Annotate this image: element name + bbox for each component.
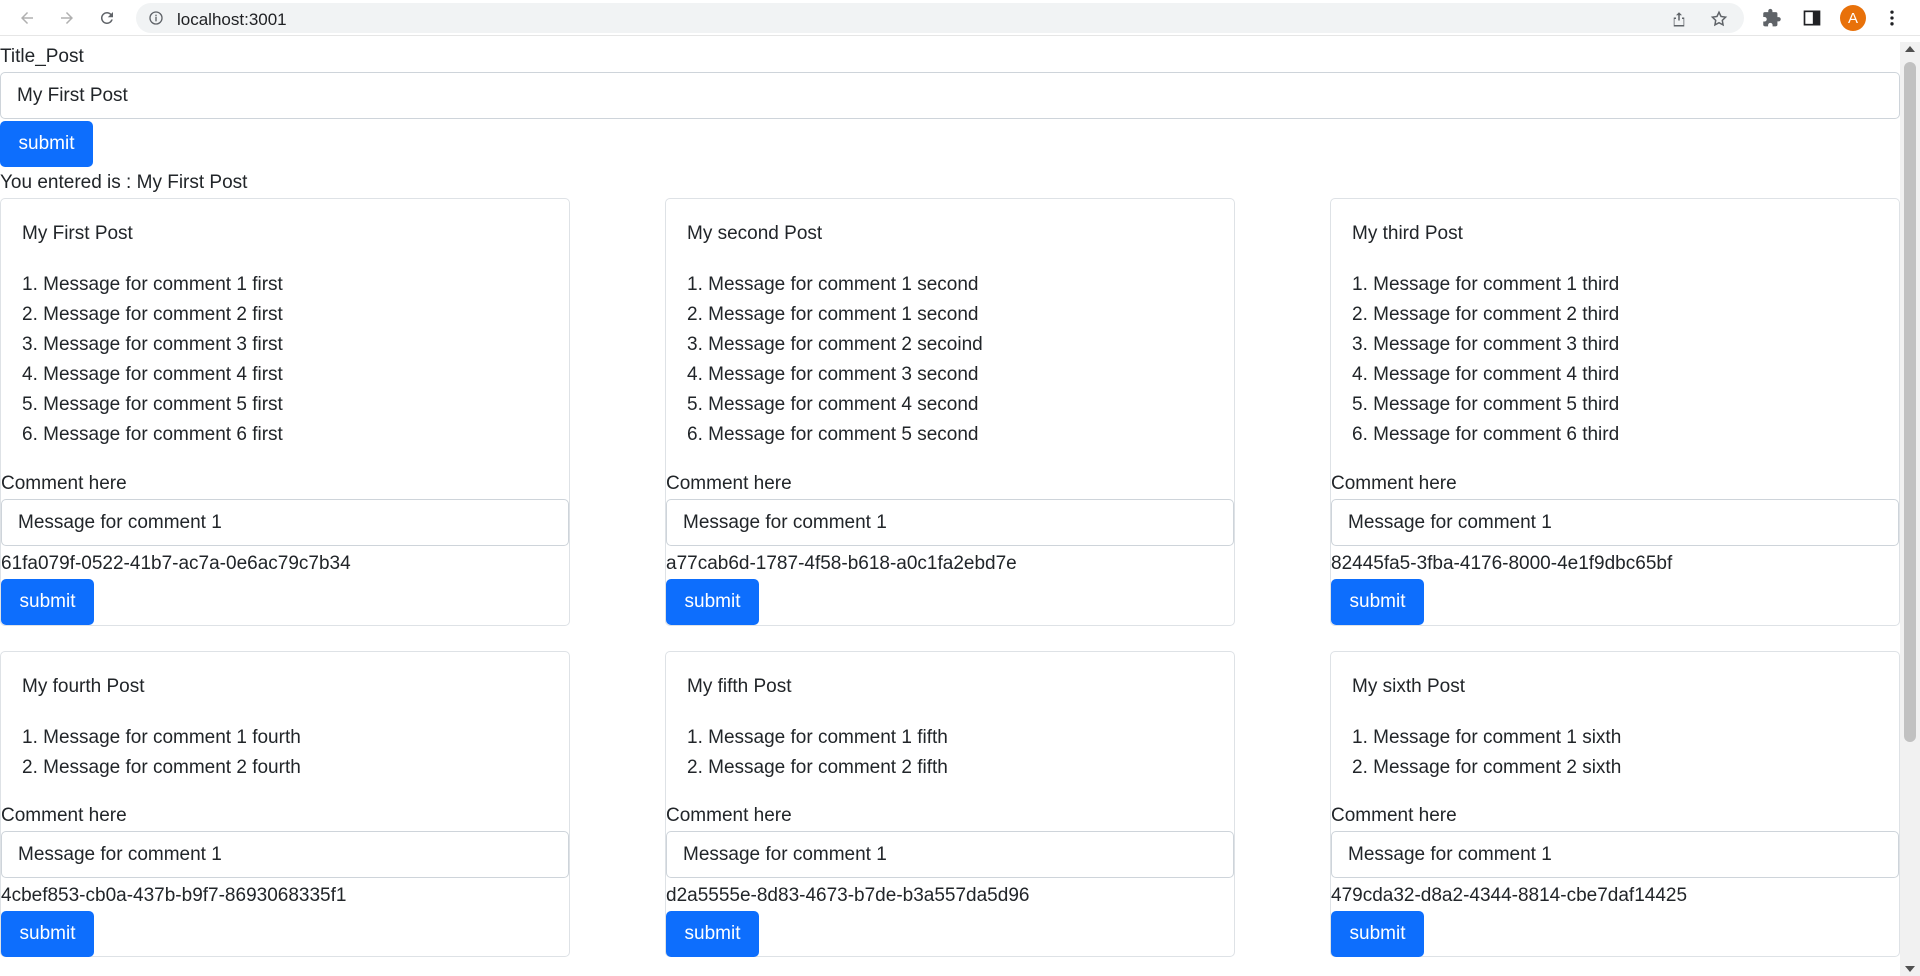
comment-item: 2. Message for comment 2 fifth [687, 757, 948, 778]
site-info-icon[interactable] [148, 10, 164, 26]
post-id: 82445fa5-3fba-4176-8000-4e1f9dbc65bf [1331, 553, 1673, 574]
comment-item: 4. Message for comment 4 third [1352, 364, 1620, 385]
comment-list: 1. Message for comment 1 fifth 2. Messag… [687, 723, 948, 783]
comment-item: 4. Message for comment 3 second [687, 364, 979, 385]
comment-item: 2. Message for comment 2 sixth [1352, 757, 1622, 778]
address-bar[interactable]: localhost:3001 [136, 3, 1744, 33]
comment-submit-button[interactable]: submit [666, 911, 759, 957]
comment-submit-button[interactable]: submit [1331, 579, 1424, 625]
scroll-down-icon[interactable] [1905, 966, 1915, 972]
post-title: My fifth Post [687, 676, 792, 697]
comment-input[interactable] [1, 499, 569, 546]
profile-avatar[interactable]: A [1840, 5, 1866, 31]
comment-label: Comment here [1, 805, 127, 826]
post-title: My second Post [687, 223, 823, 244]
page-content: Title_Post submit You entered is : My Fi… [0, 42, 1900, 976]
back-icon[interactable] [14, 6, 40, 30]
comment-input[interactable] [1331, 831, 1899, 878]
comment-input[interactable] [1331, 499, 1899, 546]
scroll-up-icon[interactable] [1905, 46, 1915, 52]
extensions-icon[interactable] [1762, 8, 1782, 28]
comment-item: 1. Message for comment 1 first [22, 274, 283, 295]
comment-label: Comment here [1331, 805, 1457, 826]
post-card: My fourth Post 1. Message for comment 1 … [0, 651, 570, 957]
comment-item: 2. Message for comment 2 third [1352, 304, 1620, 325]
post-title: My fourth Post [22, 676, 145, 697]
comment-item: 6. Message for comment 6 third [1352, 424, 1620, 445]
post-card: My second Post 1. Message for comment 1 … [665, 198, 1235, 626]
comment-submit-button[interactable]: submit [666, 579, 759, 625]
comment-input[interactable] [666, 499, 1234, 546]
post-card: My fifth Post 1. Message for comment 1 f… [665, 651, 1235, 957]
url-text: localhost:3001 [177, 10, 287, 29]
post-card: My sixth Post 1. Message for comment 1 s… [1330, 651, 1900, 957]
comment-label: Comment here [666, 473, 792, 494]
forward-icon[interactable] [54, 6, 80, 30]
comment-input[interactable] [1, 831, 569, 878]
bookmark-star-icon[interactable] [1710, 10, 1728, 28]
comment-item: 1. Message for comment 1 fourth [22, 727, 301, 748]
title-submit-button[interactable]: submit [0, 121, 93, 167]
side-panel-icon[interactable] [1802, 8, 1822, 28]
post-title: My First Post [22, 223, 133, 244]
browser-toolbar: localhost:3001 A [0, 0, 1920, 36]
post-title: My third Post [1352, 223, 1463, 244]
comment-item: 1. Message for comment 1 third [1352, 274, 1620, 295]
comment-item: 3. Message for comment 3 third [1352, 334, 1620, 355]
comment-item: 3. Message for comment 3 first [22, 334, 283, 355]
comment-label: Comment here [1331, 473, 1457, 494]
comment-item: 5. Message for comment 5 third [1352, 394, 1620, 415]
post-card: My First Post 1. Message for comment 1 f… [0, 198, 570, 626]
comment-list: 1. Message for comment 1 fourth 2. Messa… [22, 723, 301, 783]
comment-item: 1. Message for comment 1 second [687, 274, 979, 295]
page-scrollbar[interactable] [1900, 42, 1920, 976]
comment-submit-button[interactable]: submit [1, 579, 94, 625]
scrollbar-thumb[interactable] [1904, 62, 1916, 742]
comment-item: 1. Message for comment 1 fifth [687, 727, 948, 748]
comment-item: 5. Message for comment 5 first [22, 394, 283, 415]
comment-label: Comment here [1, 473, 127, 494]
comment-submit-button[interactable]: submit [1331, 911, 1424, 957]
post-id: 61fa079f-0522-41b7-ac7a-0e6ac79c7b34 [1, 553, 351, 574]
comment-input[interactable] [666, 831, 1234, 878]
comment-submit-button[interactable]: submit [1, 911, 94, 957]
post-card: My third Post 1. Message for comment 1 t… [1330, 198, 1900, 626]
comment-item: 2. Message for comment 2 fourth [22, 757, 301, 778]
comment-list: 1. Message for comment 1 sixth 2. Messag… [1352, 723, 1621, 783]
more-menu-icon[interactable] [1882, 8, 1902, 28]
comment-item: 4. Message for comment 4 first [22, 364, 283, 385]
post-title: My sixth Post [1352, 676, 1465, 697]
entered-text: You entered is : My First Post [0, 172, 248, 193]
comment-item: 5. Message for comment 4 second [687, 394, 979, 415]
comment-item: 2. Message for comment 1 second [687, 304, 979, 325]
reload-icon[interactable] [94, 6, 120, 30]
comment-list: 1. Message for comment 1 second 2. Messa… [687, 270, 983, 450]
comment-item: 1. Message for comment 1 sixth [1352, 727, 1622, 748]
title-label: Title_Post [0, 46, 84, 67]
share-icon[interactable] [1670, 10, 1688, 28]
title-input[interactable] [0, 72, 1900, 119]
comment-item: 6. Message for comment 6 first [22, 424, 283, 445]
post-id: a77cab6d-1787-4f58-b618-a0c1fa2ebd7e [666, 553, 1017, 574]
comment-item: 3. Message for comment 2 secoind [687, 334, 983, 355]
comment-item: 2. Message for comment 2 first [22, 304, 283, 325]
post-id: 479cda32-d8a2-4344-8814-cbe7daf14425 [1331, 885, 1688, 906]
comment-item: 6. Message for comment 5 second [687, 424, 979, 445]
comment-list: 1. Message for comment 1 first 2. Messag… [22, 270, 283, 450]
comment-label: Comment here [666, 805, 792, 826]
comment-list: 1. Message for comment 1 third 2. Messag… [1352, 270, 1619, 450]
post-id: d2a5555e-8d83-4673-b7de-b3a557da5d96 [666, 885, 1030, 906]
post-id: 4cbef853-cb0a-437b-b9f7-8693068335f1 [1, 885, 347, 906]
